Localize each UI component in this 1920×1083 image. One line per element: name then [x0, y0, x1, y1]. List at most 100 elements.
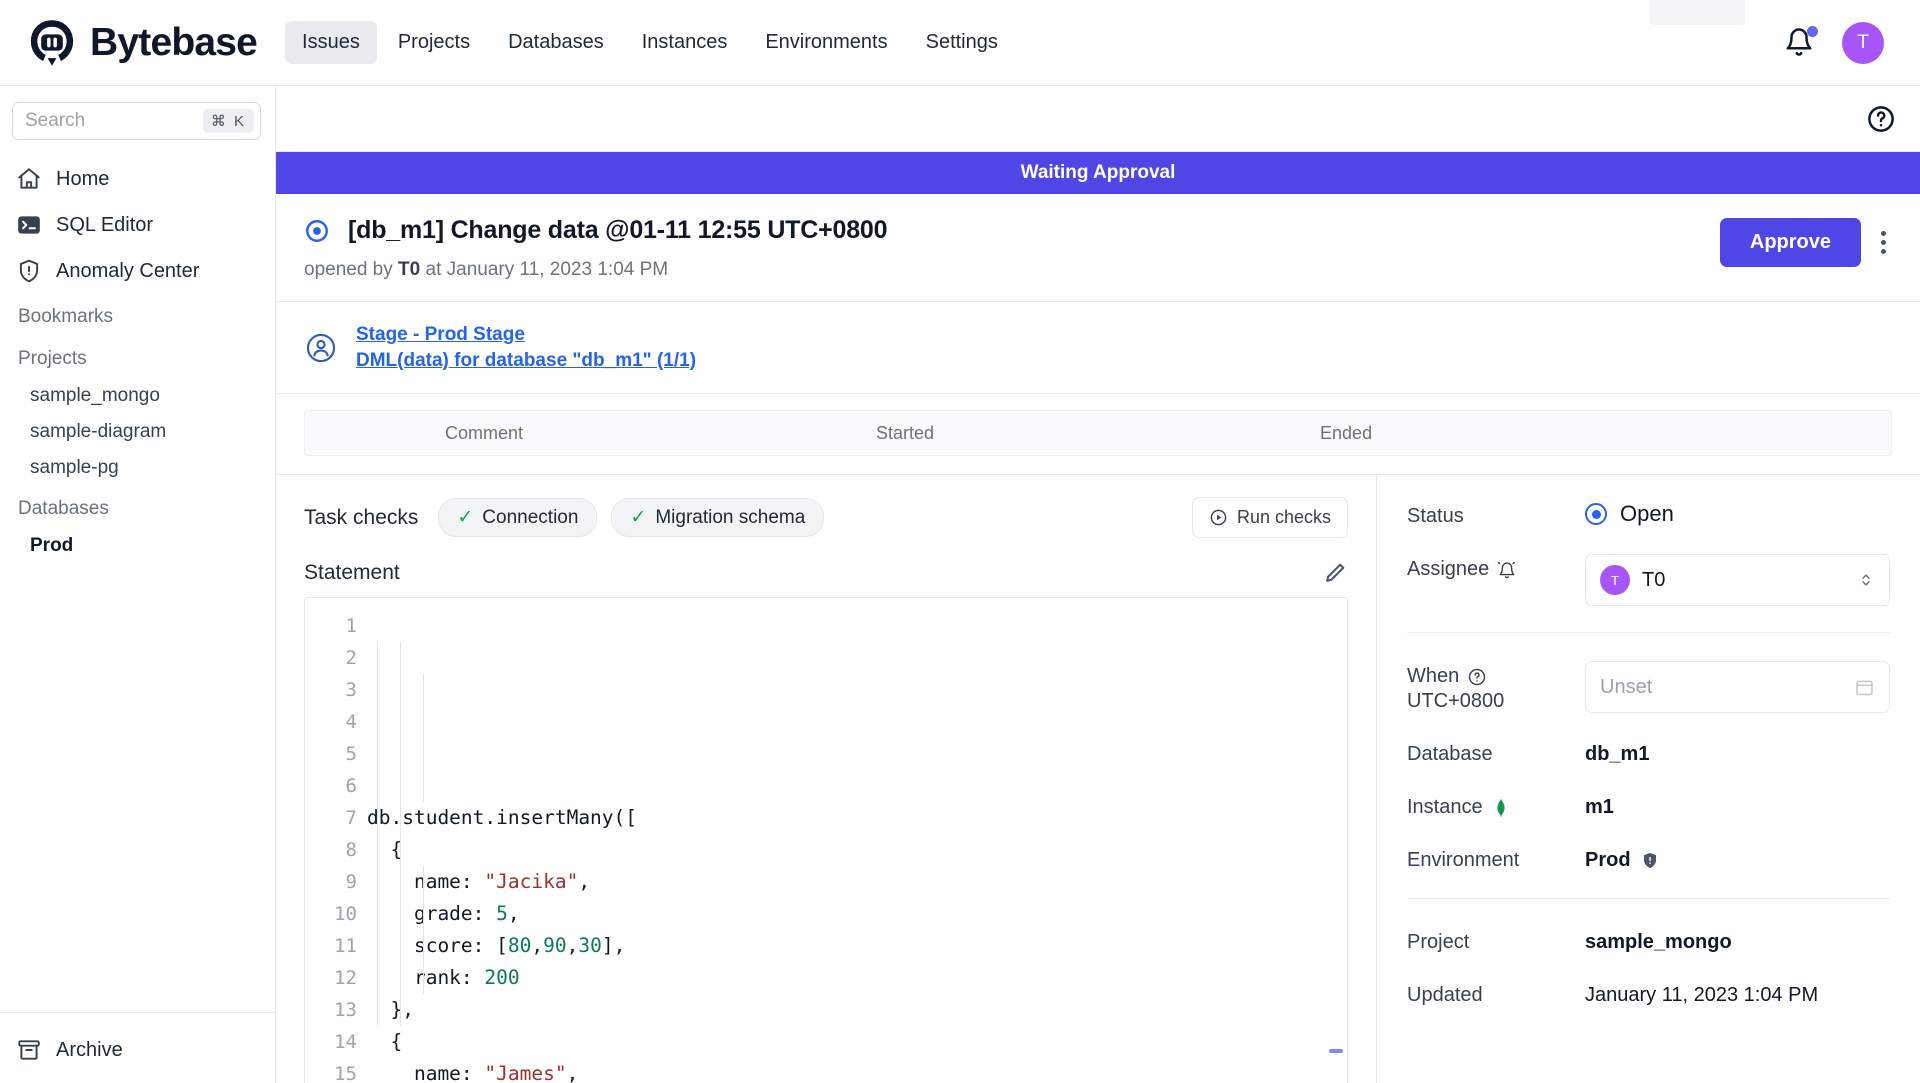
search-shortcut-hint: ⌘ K	[202, 109, 254, 133]
indent-guide	[400, 642, 401, 1027]
field-instance: Instance m1	[1407, 792, 1890, 819]
code-line: name: "James",	[367, 1058, 1347, 1083]
nav-item-instances[interactable]: Instances	[625, 21, 745, 64]
nav-links: Issues Projects Databases Instances Envi…	[285, 21, 1015, 64]
task-table-wrapper: Comment Started Ended	[276, 394, 1920, 457]
sidebar-item-anomaly-center[interactable]: Anomaly Center	[0, 248, 275, 294]
line-number: 7	[345, 807, 357, 830]
brand-logo[interactable]: Bytebase	[26, 17, 258, 69]
issue-opened-middle: at	[425, 259, 442, 280]
notifications-button[interactable]	[1784, 25, 1818, 59]
field-project-label: Project	[1407, 931, 1470, 954]
field-database-value[interactable]: db_m1	[1585, 739, 1649, 766]
field-instance-value[interactable]: m1	[1585, 792, 1614, 819]
nav-item-settings[interactable]: Settings	[909, 21, 1015, 64]
nav-right-actions: T	[1784, 21, 1894, 64]
main-topbar	[276, 86, 1920, 152]
field-database: Database db_m1	[1407, 739, 1890, 766]
sidebar-section-databases[interactable]: Databases	[0, 486, 275, 528]
help-circle-icon[interactable]	[1467, 667, 1487, 687]
editor-scroll-marker[interactable]	[1329, 1049, 1343, 1053]
line-number: 15	[334, 1063, 357, 1083]
more-options-button[interactable]	[1875, 225, 1892, 260]
check-chip-migration-schema[interactable]: ✓ Migration schema	[611, 498, 825, 538]
home-icon	[18, 168, 40, 189]
editor-code[interactable]: db.student.insertMany([ { name: "Jacika"…	[367, 598, 1347, 1083]
code-line: },	[367, 998, 414, 1022]
statement-header: Statement	[304, 560, 1348, 585]
code-line: rank: 200	[367, 966, 520, 990]
issue-header: [db_m1] Change data @01-11 12:55 UTC+080…	[276, 194, 1920, 302]
mongodb-leaf-icon	[1497, 799, 1505, 817]
nav-item-databases[interactable]: Databases	[491, 21, 621, 64]
sidebar-project-sample-diagram[interactable]: sample-diagram	[0, 414, 275, 450]
nav-item-projects[interactable]: Projects	[381, 21, 487, 64]
check-pass-icon: ✓	[630, 507, 647, 529]
brand-name: Bytebase	[90, 20, 258, 64]
sidebar-item-sql-editor[interactable]: SQL Editor	[0, 202, 275, 248]
nav-item-issues[interactable]: Issues	[285, 21, 377, 64]
field-assignee: Assignee T T0	[1407, 554, 1890, 607]
field-project-value[interactable]: sample_mongo	[1585, 927, 1732, 954]
issue-header-left: [db_m1] Change data @01-11 12:55 UTC+080…	[304, 216, 1720, 281]
code-line: {	[367, 1030, 403, 1054]
field-project: Project sample_mongo	[1407, 927, 1890, 954]
assignee-select[interactable]: T T0	[1585, 554, 1890, 607]
search-input[interactable]: Search ⌘ K	[12, 102, 261, 140]
sidebar-item-archive[interactable]: Archive	[0, 1027, 275, 1073]
app-shell: Search ⌘ K Home SQL Editor Anomaly Cente…	[0, 86, 1920, 1083]
line-number: 12	[334, 967, 357, 990]
when-placeholder: Unset	[1600, 675, 1653, 698]
stage-link-task[interactable]: DML(data) for database "db_m1" (1/1)	[356, 348, 696, 374]
issue-opened-at: January 11, 2023 1:04 PM	[446, 259, 669, 280]
approve-button[interactable]: Approve	[1719, 218, 1861, 267]
field-updated: Updated January 11, 2023 1:04 PM	[1407, 980, 1890, 1007]
top-navigation-bar: Bytebase Issues Projects Databases Insta…	[0, 0, 1920, 86]
field-environment-value-wrap[interactable]: Prod	[1585, 845, 1660, 872]
code-line: score: [80,90,30],	[367, 934, 626, 958]
pencil-icon[interactable]	[1323, 560, 1348, 585]
assignee-avatar: T	[1600, 565, 1630, 596]
field-instance-label: Instance	[1407, 792, 1585, 819]
run-checks-button[interactable]: Run checks	[1191, 497, 1348, 539]
sidebar-item-home[interactable]: Home	[0, 156, 275, 202]
details-divider	[1407, 632, 1890, 634]
task-checks-label: Task checks	[304, 505, 419, 529]
chevron-updown-icon	[1862, 574, 1870, 586]
sidebar-database-prod[interactable]: Prod	[0, 528, 275, 564]
nav-item-environments[interactable]: Environments	[748, 21, 904, 64]
user-circle-icon	[306, 333, 336, 362]
archive-icon	[18, 1040, 40, 1060]
stage-link-prod-stage[interactable]: Stage - Prod Stage	[356, 322, 696, 348]
issue-meta: opened by T0 at January 11, 2023 1:04 PM	[304, 259, 1720, 281]
sidebar-project-sample-mongo[interactable]: sample_mongo	[0, 378, 275, 414]
line-number: 10	[334, 903, 357, 926]
status-banner: Waiting Approval	[276, 152, 1920, 194]
page-title: [db_m1] Change data @01-11 12:55 UTC+080…	[348, 216, 888, 244]
field-when-text: When	[1407, 665, 1460, 688]
statement-editor[interactable]: 1 2 3 4 5 6 7 8 9 10 11 12 13 14 15 db.s…	[304, 597, 1348, 1083]
help-circle-icon[interactable]	[1866, 104, 1896, 134]
stage-links: Stage - Prod Stage DML(data) for databas…	[356, 322, 696, 373]
field-updated-label: Updated	[1407, 984, 1483, 1007]
kebab-dot	[1881, 231, 1886, 236]
field-status-label: Status	[1407, 505, 1464, 528]
when-datetime-input[interactable]: Unset	[1585, 661, 1890, 714]
field-assignee-label: Assignee	[1407, 554, 1585, 581]
editor-line-numbers: 1 2 3 4 5 6 7 8 9 10 11 12 13 14 15	[305, 598, 367, 1083]
sidebar-section-projects[interactable]: Projects	[0, 336, 275, 378]
sidebar-project-sample-pg[interactable]: sample-pg	[0, 450, 275, 486]
shield-protect-icon	[1643, 852, 1656, 868]
shield-alert-icon	[19, 259, 39, 283]
line-number: 2	[345, 647, 357, 670]
line-number: 4	[345, 711, 357, 734]
avatar[interactable]: T	[1842, 21, 1884, 64]
code-line: db.student.insertMany([	[367, 806, 638, 830]
statement-pane: Task checks ✓ Connection ✓ Migration sch…	[276, 475, 1376, 1083]
content-split: Task checks ✓ Connection ✓ Migration sch…	[276, 474, 1920, 1083]
check-chip-connection[interactable]: ✓ Connection	[438, 498, 598, 538]
status-open-icon	[1585, 503, 1607, 526]
line-number: 14	[334, 1031, 357, 1054]
sidebar-section-bookmarks[interactable]: Bookmarks	[0, 294, 275, 336]
status-value[interactable]: Open	[1585, 501, 1674, 527]
